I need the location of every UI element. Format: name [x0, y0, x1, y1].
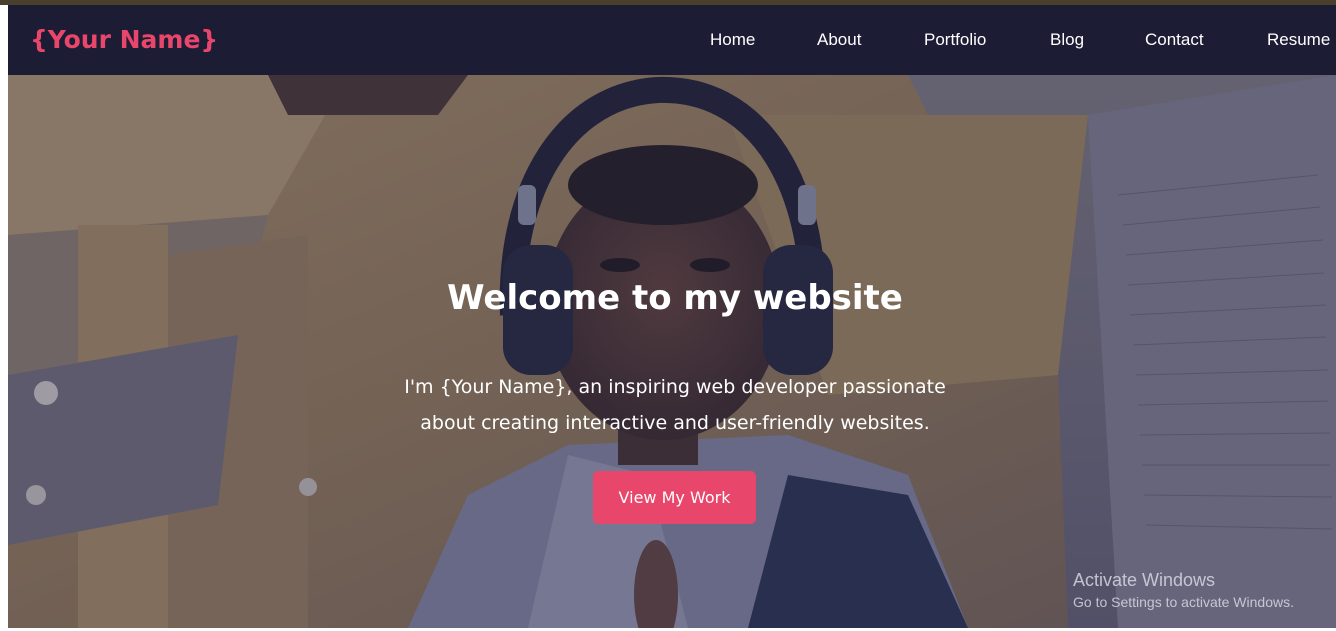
hero-subtitle: I'm {Your Name}, an inspiring web develo…	[355, 369, 995, 441]
nav-link-portfolio[interactable]: Portfolio	[924, 29, 986, 51]
hero-subtitle-line-2: about creating interactive and user-frie…	[420, 412, 930, 434]
hero-section: Welcome to my website I'm {Your Name}, a…	[8, 75, 1336, 628]
hero-subtitle-line-1: I'm {Your Name}, an inspiring web develo…	[404, 376, 946, 398]
nav-link-home[interactable]: Home	[710, 29, 755, 51]
brand-logo[interactable]: {Your Name}	[30, 23, 218, 57]
activate-windows-watermark: Activate Windows Go to Settings to activ…	[1073, 568, 1294, 612]
navbar: {Your Name} Home About Portfolio Blog Co…	[8, 5, 1336, 75]
nav-link-resume[interactable]: Resume	[1267, 29, 1330, 51]
activate-windows-subtitle: Go to Settings to activate Windows.	[1073, 594, 1294, 610]
nav-link-blog[interactable]: Blog	[1050, 29, 1084, 51]
activate-windows-title: Activate Windows	[1073, 570, 1216, 590]
nav-link-contact[interactable]: Contact	[1145, 29, 1204, 51]
hero-overlay	[8, 75, 1336, 628]
hero-title: Welcome to my website	[447, 278, 903, 318]
nav-link-about[interactable]: About	[817, 29, 861, 51]
window-left-margin	[0, 5, 8, 631]
view-my-work-button[interactable]: View My Work	[593, 471, 756, 524]
